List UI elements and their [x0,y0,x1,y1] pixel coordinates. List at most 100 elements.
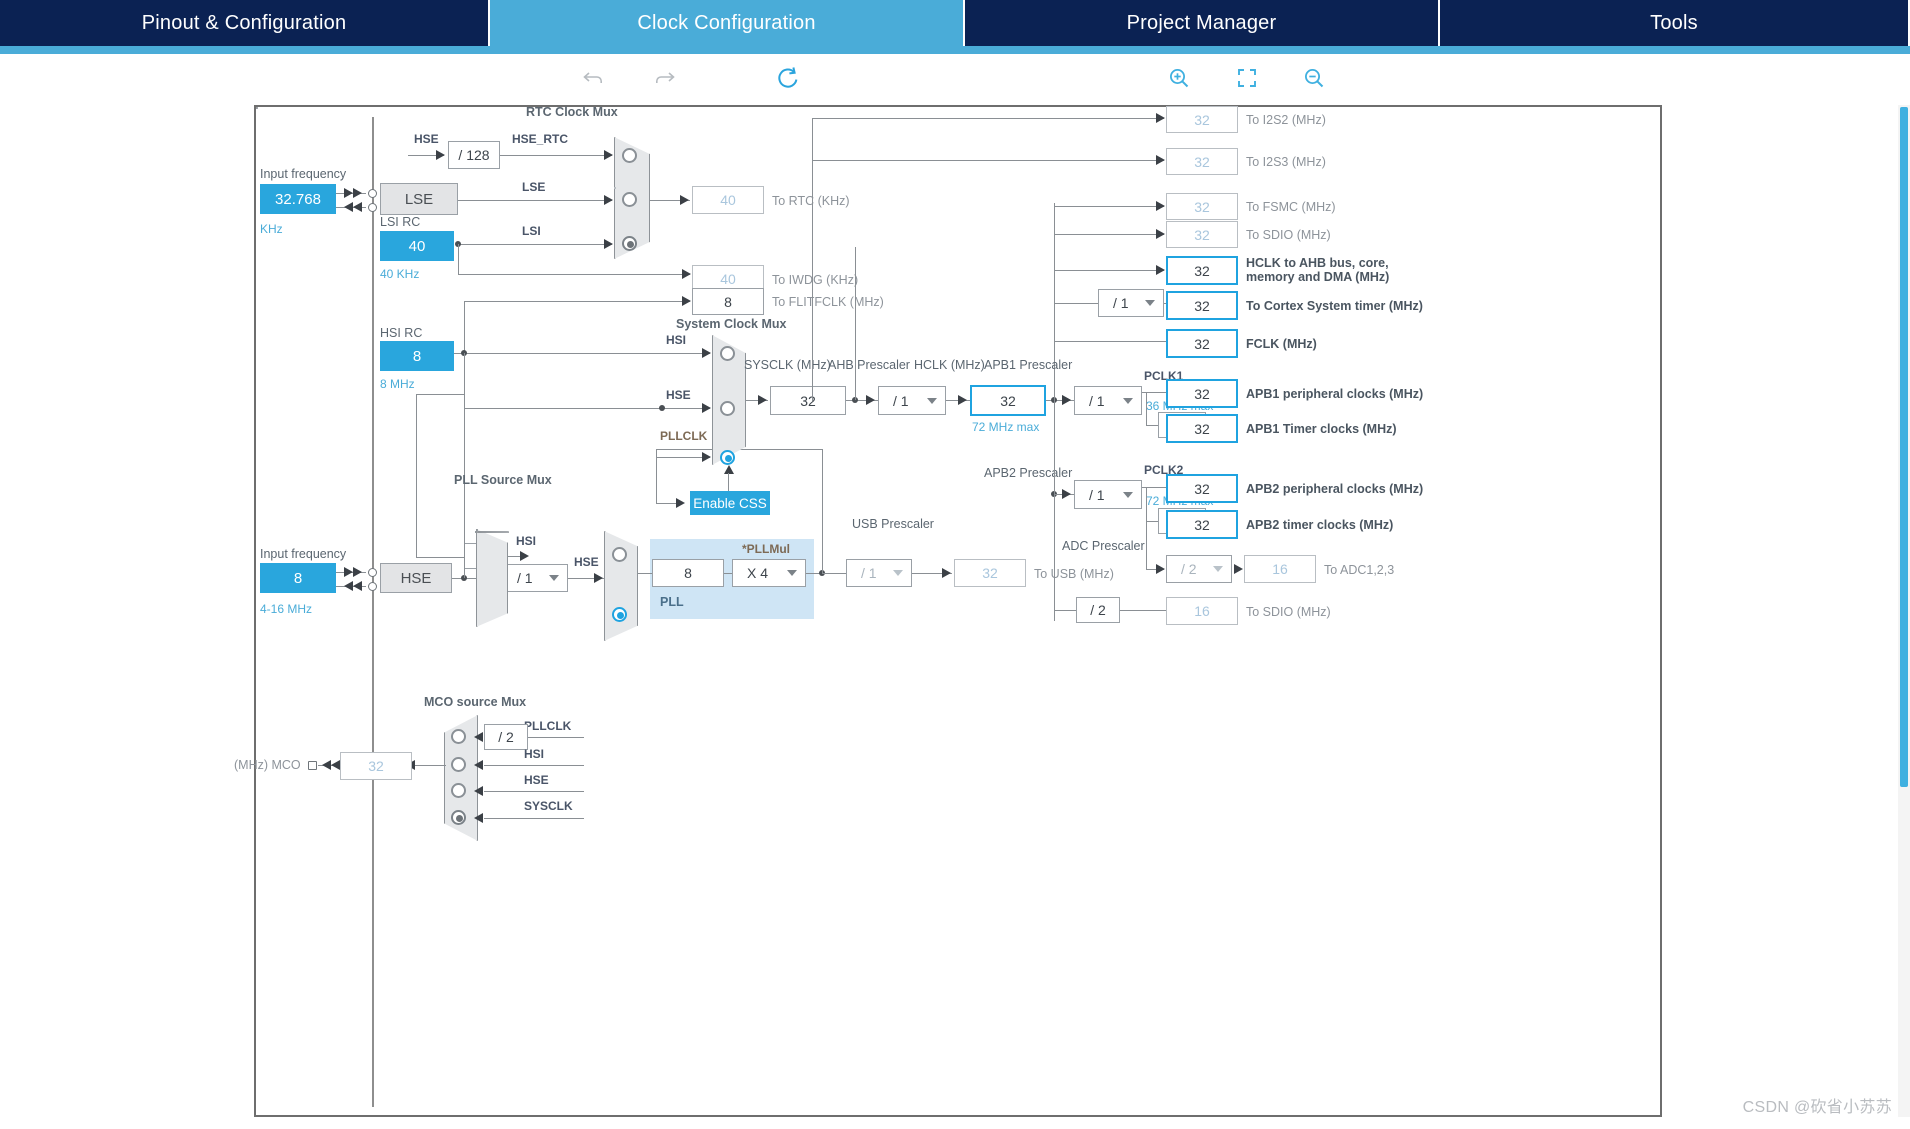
to-i2s3-label: To I2S3 (MHz) [1246,155,1326,169]
pll-source-option-hse[interactable] [612,607,627,622]
to-i2s2-label: To I2S2 (MHz) [1246,113,1326,127]
zoom-out-icon[interactable] [1300,64,1328,92]
to-sdio-bottom-value-box: 16 [1166,597,1238,625]
apb1-prescaler-select[interactable]: / 1 [1074,386,1142,415]
undo-icon[interactable] [580,64,608,92]
reset-icon[interactable] [772,62,804,94]
mco-source-option-sysclk[interactable] [451,810,466,825]
tab-tools[interactable]: Tools [1440,0,1908,46]
lse-oscillator-label: LSE [404,190,434,208]
hse-input-frequency-field[interactable]: 8 [260,563,336,593]
usb-prescaler-select[interactable]: / 1 [846,559,912,587]
hse-rtc-signal-label: HSE_RTC [512,132,569,146]
hclk-ahb-bus-value-box: 32 [1166,256,1238,285]
enable-css-label: Enable CSS [693,495,767,511]
to-usb-value: 32 [982,565,998,581]
sdio-divider-value: / 2 [1090,602,1106,618]
apb1-peripheral-clocks-value: 32 [1194,385,1210,402]
hse-rtc-source-label: HSE [414,132,439,146]
tab-label: Tools [1650,11,1698,34]
mco-pin-label: (MHz) MCO [234,758,301,772]
pllmul-label: *PLLMul [742,542,790,556]
tab-label: Clock Configuration [637,11,816,34]
rtc-mux-option-lsi[interactable] [622,236,637,251]
tab-pinout-configuration[interactable]: Pinout & Configuration [0,0,490,46]
to-fsmc-value: 32 [1194,198,1210,215]
lse-input-frequency-value: 32.768 [275,190,321,208]
ahb-prescaler-select[interactable]: / 1 [878,386,946,415]
apb1-prescaler-value: / 1 [1089,392,1105,409]
apb1-peripheral-clocks-value-box: 32 [1166,379,1238,408]
apb1-timer-clocks-value: 32 [1194,420,1210,437]
pllmul-select[interactable]: X 4 [732,559,806,587]
fit-to-screen-icon[interactable] [1233,64,1261,92]
apb2-prescaler-select[interactable]: / 1 [1074,480,1142,509]
to-sdio-top-value: 32 [1194,226,1210,243]
mco-hsi-label: HSI [524,747,545,761]
sdio-divider: / 2 [1076,597,1120,623]
hclk-value-box: 32 [970,385,1046,416]
tab-label: Project Manager [1126,11,1277,34]
lse-signal-label: LSE [522,180,546,194]
tab-clock-configuration[interactable]: Clock Configuration [490,0,965,46]
chevron-down-icon [1213,566,1223,572]
to-flitfclk-value-box: 8 [692,288,764,315]
system-clock-mux-option-pllclk[interactable] [720,450,735,465]
hse-divider-select[interactable]: / 1 [502,564,568,592]
hse-out-pin [368,582,377,591]
to-adc-value: 16 [1272,561,1288,577]
to-i2s2-value-box: 32 [1166,106,1238,133]
cortex-system-timer-prescaler-select[interactable]: / 1 [1098,289,1164,317]
to-sdio-bottom-label: To SDIO (MHz) [1246,605,1331,619]
apb2-timer-clocks-value-box: 32 [1166,510,1238,539]
pll-source-option-hsi[interactable] [612,547,627,562]
app-window: Pinout & Configuration Clock Configurati… [0,0,1910,1129]
lsi-rc-title: LSI RC [380,215,421,229]
chevron-down-icon [549,575,559,581]
lsi-signal-label: LSI [522,224,541,238]
hse-unit-label: 4-16 MHz [260,602,313,616]
hsi-rc-value-box: 8 [380,341,454,371]
to-flitfclk-value: 8 [724,293,732,310]
hsi-sysmux-signal-label: HSI [666,333,687,347]
mco-source-option-hsi[interactable] [451,757,466,772]
chevron-down-icon [1123,397,1133,404]
mco-pllclk-label: PLLCLK [524,719,572,733]
hse-oscillator-block[interactable]: HSE [380,563,452,593]
sysclk-value-box: 32 [770,386,846,415]
mco-source-option-pllclk[interactable] [451,729,466,744]
enable-css-button[interactable]: Enable CSS [690,491,770,515]
rtc-mux-option-lse[interactable] [622,192,637,207]
redo-icon[interactable] [650,64,678,92]
lse-oscillator-block[interactable]: LSE [380,183,458,215]
hse-oscillator-label: HSE [400,569,432,587]
apb1-prescaler-title: APB1 Prescaler [984,358,1073,372]
pll-input-value: 8 [684,565,692,581]
to-i2s3-value: 32 [1194,153,1210,170]
system-clock-mux-option-hsi[interactable] [720,346,735,361]
mco-pll-divider: / 2 [484,724,528,750]
lse-input-frequency-label: Input frequency [260,167,347,181]
clock-tree-canvas[interactable]: Input frequency 32.768 KHz LSE LSE HSE /… [234,105,1662,1117]
hsi-rc-value: 8 [412,347,422,365]
mco-source-option-hse[interactable] [451,783,466,798]
vertical-scrollbar[interactable] [1898,105,1910,1117]
apb1-timer-clocks-value-box: 32 [1166,414,1238,443]
mco-hse-label: HSE [524,773,549,787]
apb2-timer-clocks-value: 32 [1194,516,1210,533]
adc-prescaler-select[interactable]: / 2 [1166,555,1232,583]
apb2-peripheral-clocks-value-box: 32 [1166,474,1238,503]
rtc-mux-option-hse-rtc[interactable] [622,148,637,163]
tab-project-manager[interactable]: Project Manager [965,0,1440,46]
hsi-rc-title: HSI RC [380,326,423,340]
lse-input-frequency-field[interactable]: 32.768 [260,184,336,214]
to-rtc-value: 40 [720,192,736,208]
to-rtc-label: To RTC (KHz) [772,194,850,208]
zoom-in-icon[interactable] [1165,64,1193,92]
mco-source-mux-title: MCO source Mux [424,695,527,709]
apb1-peripheral-clocks-label: APB1 peripheral clocks (MHz) [1246,387,1424,401]
scrollbar-thumb[interactable] [1900,107,1908,787]
to-sdio-bottom-value: 16 [1194,603,1210,619]
chevron-down-icon [927,397,937,404]
system-clock-mux-option-hse[interactable] [720,401,735,416]
